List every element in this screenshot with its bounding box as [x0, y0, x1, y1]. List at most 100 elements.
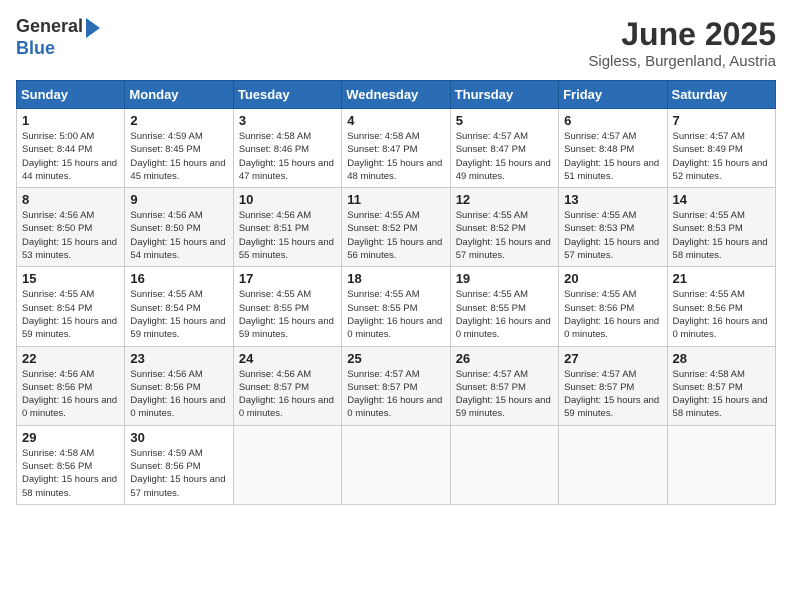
calendar-day-cell: 15 Sunrise: 4:55 AMSunset: 8:54 PMDayligh…	[17, 267, 125, 346]
day-sun-info: Sunrise: 4:55 AMSunset: 8:55 PMDaylight:…	[239, 288, 336, 341]
day-number: 13	[564, 192, 661, 207]
day-sun-info: Sunrise: 4:55 AMSunset: 8:52 PMDaylight:…	[456, 209, 553, 262]
calendar-week-row: 8Sunrise: 4:56 AMSunset: 8:50 PMDaylight…	[17, 188, 776, 267]
day-sun-info: Sunrise: 4:56 AMSunset: 8:57 PMDaylight:…	[239, 368, 336, 421]
day-number: 5	[456, 113, 553, 128]
calendar-day-cell: 22Sunrise: 4:56 AMSunset: 8:56 PMDayligh…	[17, 346, 125, 425]
weekday-header-wednesday: Wednesday	[342, 81, 450, 109]
day-sun-info: Sunrise: 4:58 AMSunset: 8:47 PMDaylight:…	[347, 130, 444, 183]
calendar-day-cell: 4 Sunrise: 4:58 AMSunset: 8:47 PMDaylight…	[342, 109, 450, 188]
calendar-day-cell: 6Sunrise: 4:57 AMSunset: 8:48 PMDaylight…	[559, 109, 667, 188]
day-sun-info: Sunrise: 4:57 AMSunset: 8:57 PMDaylight:…	[456, 368, 553, 421]
day-sun-info: Sunrise: 4:55 AMSunset: 8:55 PMDaylight:…	[347, 288, 444, 341]
calendar-week-row: 29Sunrise: 4:58 AMSunset: 8:56 PMDayligh…	[17, 425, 776, 504]
calendar-header-row: SundayMondayTuesdayWednesdayThursdayFrid…	[17, 81, 776, 109]
calendar-day-cell: 28 Sunrise: 4:58 AMSunset: 8:57 PMDayligh…	[667, 346, 775, 425]
calendar-day-cell: 26 Sunrise: 4:57 AMSunset: 8:57 PMDayligh…	[450, 346, 558, 425]
calendar-day-cell: 20 Sunrise: 4:55 AMSunset: 8:56 PMDayligh…	[559, 267, 667, 346]
day-sun-info: Sunrise: 4:55 AMSunset: 8:56 PMDaylight:…	[564, 288, 661, 341]
calendar-day-cell: 7 Sunrise: 4:57 AMSunset: 8:49 PMDaylight…	[667, 109, 775, 188]
day-sun-info: Sunrise: 4:55 AMSunset: 8:54 PMDaylight:…	[130, 288, 227, 341]
weekday-header-friday: Friday	[559, 81, 667, 109]
logo-blue-text: Blue	[16, 38, 55, 58]
calendar-day-cell: 12 Sunrise: 4:55 AMSunset: 8:52 PMDayligh…	[450, 188, 558, 267]
day-number: 9	[130, 192, 227, 207]
calendar-week-row: 15 Sunrise: 4:55 AMSunset: 8:54 PMDayligh…	[17, 267, 776, 346]
calendar-day-cell: 14 Sunrise: 4:55 AMSunset: 8:53 PMDayligh…	[667, 188, 775, 267]
day-sun-info: Sunrise: 4:56 AMSunset: 8:51 PMDaylight:…	[239, 209, 336, 262]
day-sun-info: Sunrise: 4:59 AMSunset: 8:45 PMDaylight:…	[130, 130, 227, 183]
calendar-day-cell	[233, 425, 341, 504]
title-block: June 2025 Sigless, Burgenland, Austria	[588, 16, 776, 70]
logo-icon	[86, 18, 100, 38]
day-sun-info: Sunrise: 4:56 AMSunset: 8:56 PMDaylight:…	[22, 368, 119, 421]
day-number: 1	[22, 113, 119, 128]
calendar-day-cell: 3 Sunrise: 4:58 AMSunset: 8:46 PMDaylight…	[233, 109, 341, 188]
calendar-day-cell: 16Sunrise: 4:55 AMSunset: 8:54 PMDayligh…	[125, 267, 233, 346]
calendar-day-cell: 29Sunrise: 4:58 AMSunset: 8:56 PMDayligh…	[17, 425, 125, 504]
calendar-day-cell: 13 Sunrise: 4:55 AMSunset: 8:53 PMDayligh…	[559, 188, 667, 267]
day-sun-info: Sunrise: 5:00 AMSunset: 8:44 PMDaylight:…	[22, 130, 119, 183]
weekday-header-monday: Monday	[125, 81, 233, 109]
calendar-day-cell: 30 Sunrise: 4:59 AMSunset: 8:56 PMDayligh…	[125, 425, 233, 504]
calendar-day-cell: 5 Sunrise: 4:57 AMSunset: 8:47 PMDaylight…	[450, 109, 558, 188]
calendar-day-cell	[342, 425, 450, 504]
day-number: 4	[347, 113, 444, 128]
day-sun-info: Sunrise: 4:58 AMSunset: 8:46 PMDaylight:…	[239, 130, 336, 183]
day-sun-info: Sunrise: 4:57 AMSunset: 8:47 PMDaylight:…	[456, 130, 553, 183]
weekday-header-thursday: Thursday	[450, 81, 558, 109]
day-number: 30	[130, 430, 227, 445]
calendar-day-cell: 23 Sunrise: 4:56 AMSunset: 8:56 PMDayligh…	[125, 346, 233, 425]
month-title: June 2025	[588, 16, 776, 53]
day-number: 3	[239, 113, 336, 128]
day-sun-info: Sunrise: 4:58 AMSunset: 8:56 PMDaylight:…	[22, 447, 119, 500]
calendar-day-cell	[667, 425, 775, 504]
day-sun-info: Sunrise: 4:56 AMSunset: 8:56 PMDaylight:…	[130, 368, 227, 421]
day-number: 20	[564, 271, 661, 286]
calendar-day-cell: 24 Sunrise: 4:56 AMSunset: 8:57 PMDayligh…	[233, 346, 341, 425]
weekday-header-sunday: Sunday	[17, 81, 125, 109]
day-number: 24	[239, 351, 336, 366]
day-sun-info: Sunrise: 4:58 AMSunset: 8:57 PMDaylight:…	[673, 368, 770, 421]
day-number: 11	[347, 192, 444, 207]
day-sun-info: Sunrise: 4:57 AMSunset: 8:57 PMDaylight:…	[347, 368, 444, 421]
day-number: 28	[673, 351, 770, 366]
calendar-day-cell: 10Sunrise: 4:56 AMSunset: 8:51 PMDayligh…	[233, 188, 341, 267]
calendar-day-cell: 9 Sunrise: 4:56 AMSunset: 8:50 PMDaylight…	[125, 188, 233, 267]
calendar-day-cell: 11Sunrise: 4:55 AMSunset: 8:52 PMDayligh…	[342, 188, 450, 267]
location-subtitle: Sigless, Burgenland, Austria	[588, 53, 776, 70]
calendar-week-row: 1 Sunrise: 5:00 AMSunset: 8:44 PMDaylight…	[17, 109, 776, 188]
day-sun-info: Sunrise: 4:55 AMSunset: 8:55 PMDaylight:…	[456, 288, 553, 341]
day-sun-info: Sunrise: 4:57 AMSunset: 8:49 PMDaylight:…	[673, 130, 770, 183]
calendar-day-cell: 25 Sunrise: 4:57 AMSunset: 8:57 PMDayligh…	[342, 346, 450, 425]
logo-general-text: General	[16, 16, 83, 36]
day-sun-info: Sunrise: 4:55 AMSunset: 8:54 PMDaylight:…	[22, 288, 119, 341]
day-sun-info: Sunrise: 4:55 AMSunset: 8:53 PMDaylight:…	[673, 209, 770, 262]
day-number: 7	[673, 113, 770, 128]
day-number: 21	[673, 271, 770, 286]
day-number: 26	[456, 351, 553, 366]
calendar-day-cell: 2Sunrise: 4:59 AMSunset: 8:45 PMDaylight…	[125, 109, 233, 188]
day-number: 27	[564, 351, 661, 366]
day-number: 14	[673, 192, 770, 207]
day-sun-info: Sunrise: 4:59 AMSunset: 8:56 PMDaylight:…	[130, 447, 227, 500]
weekday-header-tuesday: Tuesday	[233, 81, 341, 109]
day-number: 17	[239, 271, 336, 286]
calendar-week-row: 22Sunrise: 4:56 AMSunset: 8:56 PMDayligh…	[17, 346, 776, 425]
day-number: 25	[347, 351, 444, 366]
calendar-day-cell: 1 Sunrise: 5:00 AMSunset: 8:44 PMDaylight…	[17, 109, 125, 188]
calendar-table: SundayMondayTuesdayWednesdayThursdayFrid…	[16, 80, 776, 505]
day-sun-info: Sunrise: 4:56 AMSunset: 8:50 PMDaylight:…	[130, 209, 227, 262]
day-sun-info: Sunrise: 4:55 AMSunset: 8:56 PMDaylight:…	[673, 288, 770, 341]
weekday-header-saturday: Saturday	[667, 81, 775, 109]
day-number: 15	[22, 271, 119, 286]
day-number: 12	[456, 192, 553, 207]
day-sun-info: Sunrise: 4:55 AMSunset: 8:53 PMDaylight:…	[564, 209, 661, 262]
calendar-day-cell: 21 Sunrise: 4:55 AMSunset: 8:56 PMDayligh…	[667, 267, 775, 346]
day-sun-info: Sunrise: 4:56 AMSunset: 8:50 PMDaylight:…	[22, 209, 119, 262]
calendar-day-cell: 8Sunrise: 4:56 AMSunset: 8:50 PMDaylight…	[17, 188, 125, 267]
day-number: 19	[456, 271, 553, 286]
day-number: 23	[130, 351, 227, 366]
day-number: 6	[564, 113, 661, 128]
calendar-day-cell: 17 Sunrise: 4:55 AMSunset: 8:55 PMDayligh…	[233, 267, 341, 346]
